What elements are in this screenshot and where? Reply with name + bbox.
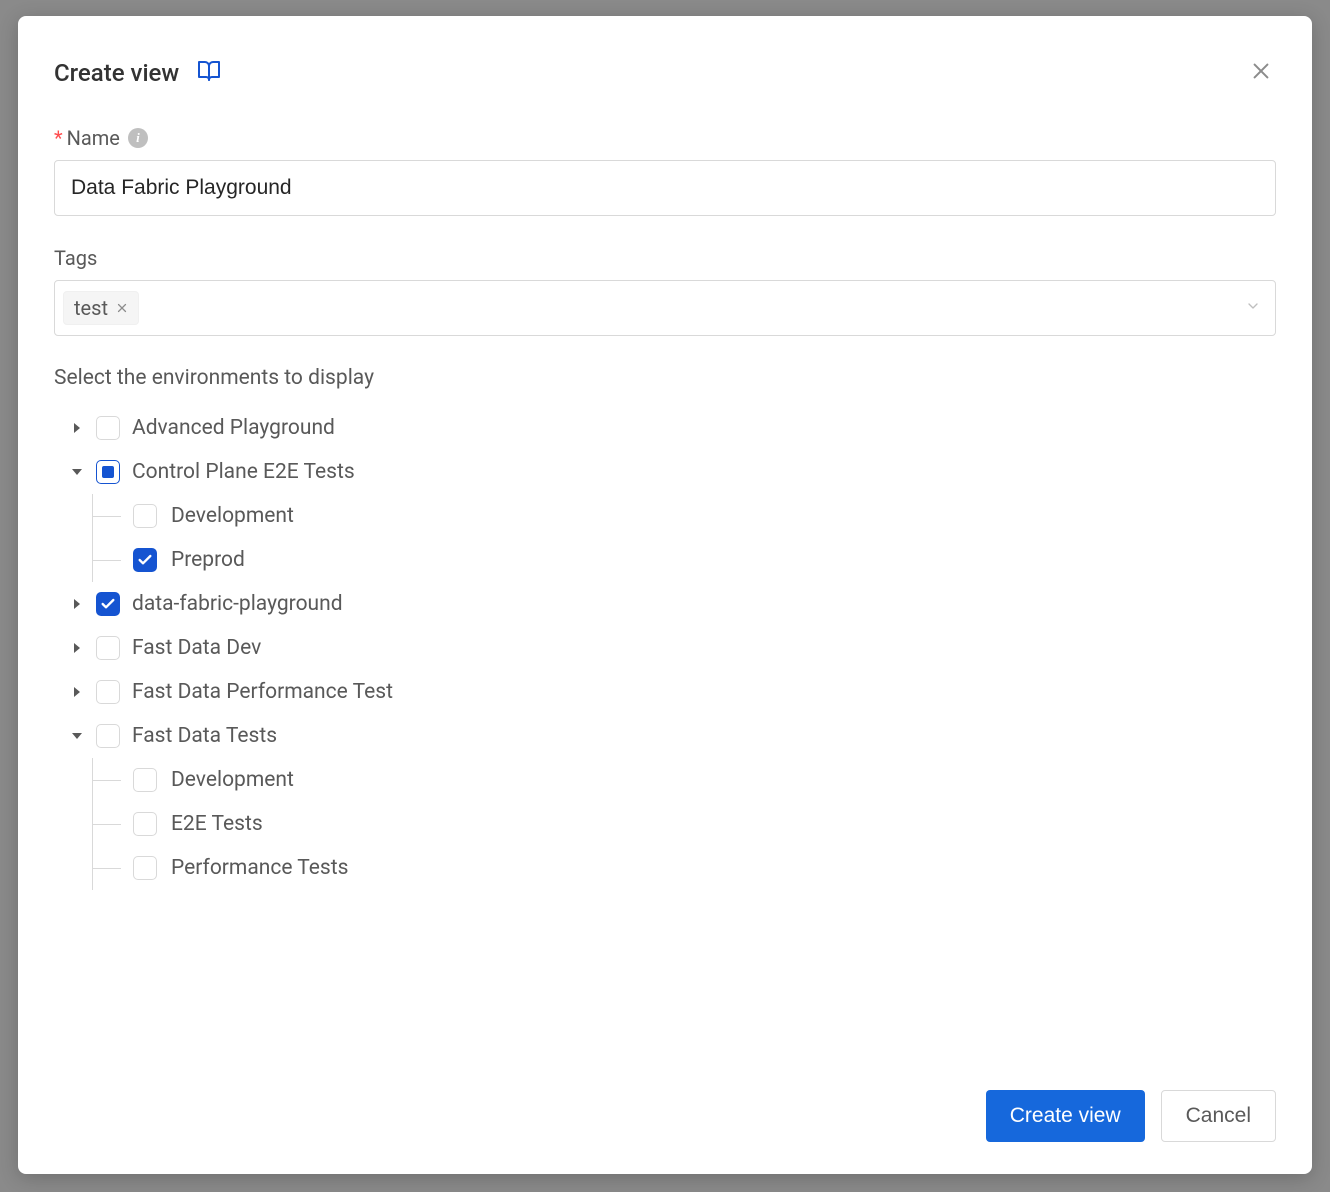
tree-node-label: Control Plane E2E Tests (132, 460, 355, 484)
close-button[interactable] (1246, 56, 1276, 90)
tree-node-label: Fast Data Performance Test (132, 680, 393, 704)
name-input[interactable] (54, 160, 1276, 216)
tree-node-label: Development (171, 768, 294, 792)
checkbox[interactable] (96, 724, 120, 748)
chevron-right-icon[interactable] (70, 643, 84, 653)
tree-node[interactable]: Fast Data Tests (70, 714, 1276, 758)
tree-node[interactable]: Advanced Playground (70, 406, 1276, 450)
tree-node-label: data-fabric-playground (132, 592, 343, 616)
modal-footer: Create view Cancel (54, 1090, 1276, 1142)
chevron-down-icon[interactable] (70, 731, 84, 741)
tree-child-node[interactable]: Development (93, 758, 1276, 802)
tree-child-node[interactable]: Preprod (93, 538, 1276, 582)
title-group: Create view (54, 59, 221, 87)
chevron-right-icon[interactable] (70, 599, 84, 609)
chevron-down-icon[interactable] (1245, 298, 1261, 318)
required-indicator: * (54, 126, 63, 150)
select-env-label: Select the environments to display (54, 366, 1276, 390)
name-section: *Name i (54, 126, 1276, 216)
tree-node[interactable]: Control Plane E2E Tests (70, 450, 1276, 494)
checkbox[interactable] (96, 460, 120, 484)
chevron-right-icon[interactable] (70, 687, 84, 697)
chevron-right-icon[interactable] (70, 423, 84, 433)
checkbox[interactable] (133, 548, 157, 572)
create-view-button[interactable]: Create view (986, 1090, 1145, 1142)
tree-node[interactable]: data-fabric-playground (70, 582, 1276, 626)
tags-label: Tags (54, 246, 1276, 270)
checkbox[interactable] (133, 856, 157, 880)
tag-chip: test (63, 291, 139, 325)
tree-node-label: Performance Tests (171, 856, 348, 880)
name-label: *Name i (54, 126, 1276, 150)
checkbox[interactable] (133, 812, 157, 836)
tree-children: Development Preprod (92, 494, 1276, 582)
tags-section: Tags test (54, 246, 1276, 336)
tree-node-label: E2E Tests (171, 812, 263, 836)
checkbox[interactable] (133, 504, 157, 528)
book-icon[interactable] (197, 59, 221, 87)
tree-child-node[interactable]: E2E Tests (93, 802, 1276, 846)
tree-node-label: Fast Data Dev (132, 636, 261, 660)
tree-child-node[interactable]: Performance Tests (93, 846, 1276, 890)
tree-node-label: Development (171, 504, 294, 528)
tag-remove-icon[interactable] (116, 299, 128, 318)
modal-title: Create view (54, 59, 179, 87)
tree-children: Development E2E Tests Performance Tests (92, 758, 1276, 890)
tree-node-label: Fast Data Tests (132, 724, 277, 748)
environment-tree: Advanced Playground Control Plane E2E Tes… (54, 406, 1276, 890)
tree-node[interactable]: Fast Data Performance Test (70, 670, 1276, 714)
checkbox[interactable] (96, 416, 120, 440)
tree-child-node[interactable]: Development (93, 494, 1276, 538)
checkbox[interactable] (96, 680, 120, 704)
checkbox[interactable] (133, 768, 157, 792)
tag-label: test (74, 296, 108, 320)
modal-header: Create view (54, 56, 1276, 90)
checkbox[interactable] (96, 592, 120, 616)
tree-node[interactable]: Fast Data Dev (70, 626, 1276, 670)
info-icon[interactable]: i (128, 128, 148, 148)
checkbox[interactable] (96, 636, 120, 660)
tree-node-label: Advanced Playground (132, 416, 335, 440)
cancel-button[interactable]: Cancel (1161, 1090, 1276, 1142)
tree-node-label: Preprod (171, 548, 245, 572)
tags-input[interactable]: test (54, 280, 1276, 336)
chevron-down-icon[interactable] (70, 467, 84, 477)
create-view-modal: Create view *Name i Tags test (18, 16, 1312, 1174)
